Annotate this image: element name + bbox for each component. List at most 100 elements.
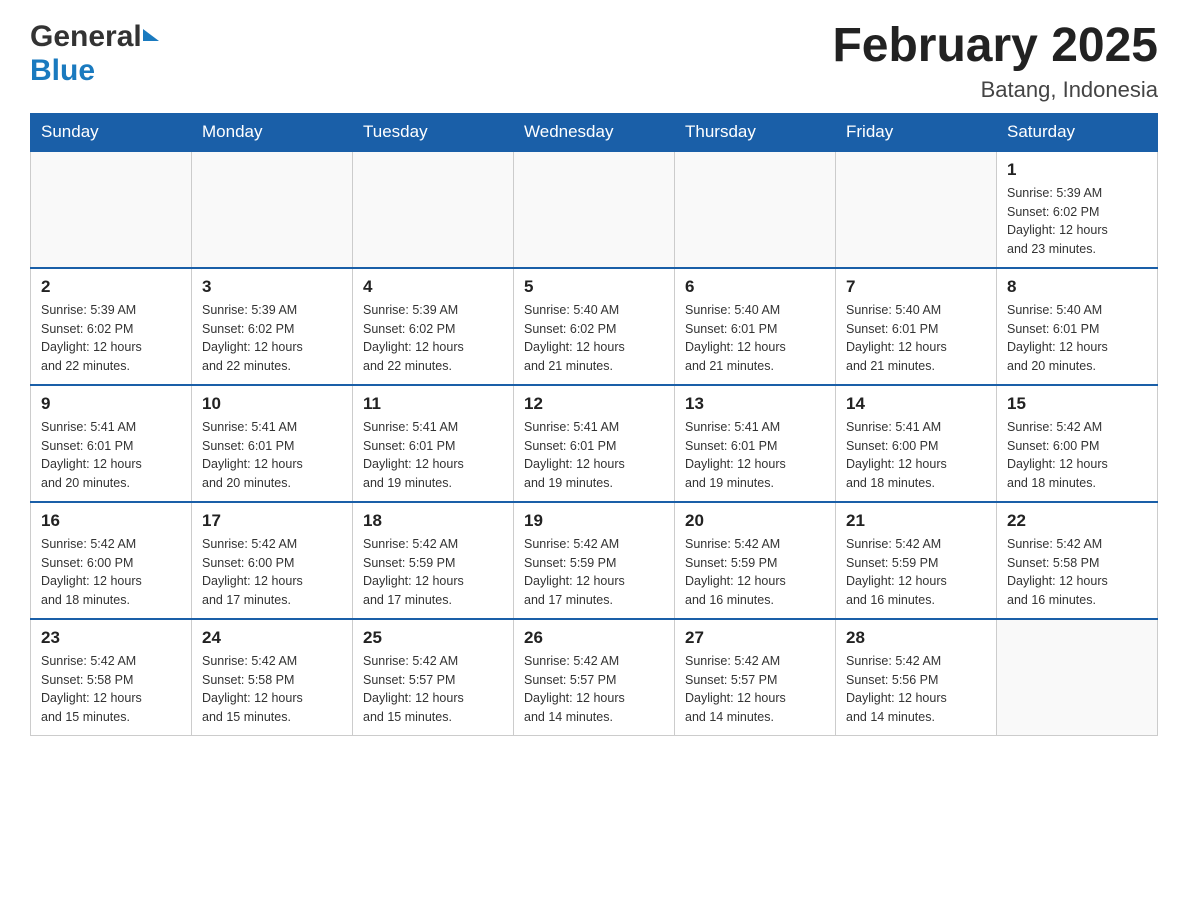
calendar-week-row: 1Sunrise: 5:39 AMSunset: 6:02 PMDaylight… — [31, 151, 1158, 268]
calendar-day-cell — [675, 151, 836, 268]
logo-general-text: General — [30, 20, 142, 54]
calendar-day-cell: 20 Sunrise: 5:42 AMSunset: 5:59 PMDayligh… — [675, 502, 836, 619]
title-section: February 2025 Batang, Indonesia — [832, 20, 1158, 103]
day-info: Sunrise: 5:42 AMSunset: 5:58 PMDaylight:… — [1007, 535, 1147, 610]
calendar-day-cell — [514, 151, 675, 268]
day-number: 6 — [685, 277, 825, 297]
page-header: General Blue February 2025 Batang, Indon… — [30, 20, 1158, 103]
calendar-day-cell: 7 Sunrise: 5:40 AMSunset: 6:01 PMDaylight… — [836, 268, 997, 385]
day-number: 27 — [685, 628, 825, 648]
day-number: 26 — [524, 628, 664, 648]
calendar-day-cell: 8 Sunrise: 5:40 AMSunset: 6:01 PMDaylight… — [997, 268, 1158, 385]
day-number: 20 — [685, 511, 825, 531]
weekday-header-wednesday: Wednesday — [514, 113, 675, 151]
day-info: Sunrise: 5:42 AMSunset: 6:00 PMDaylight:… — [202, 535, 342, 610]
calendar-day-cell: 22 Sunrise: 5:42 AMSunset: 5:58 PMDayligh… — [997, 502, 1158, 619]
day-number: 22 — [1007, 511, 1147, 531]
calendar-day-cell: 23Sunrise: 5:42 AMSunset: 5:58 PMDayligh… — [31, 619, 192, 736]
day-info: Sunrise: 5:41 AMSunset: 6:01 PMDaylight:… — [41, 418, 181, 493]
day-info: Sunrise: 5:41 AMSunset: 6:01 PMDaylight:… — [363, 418, 503, 493]
day-number: 15 — [1007, 394, 1147, 414]
day-info: Sunrise: 5:42 AMSunset: 6:00 PMDaylight:… — [41, 535, 181, 610]
calendar-day-cell: 16 Sunrise: 5:42 AMSunset: 6:00 PMDayligh… — [31, 502, 192, 619]
day-info: Sunrise: 5:42 AMSunset: 5:56 PMDaylight:… — [846, 652, 986, 727]
day-info: Sunrise: 5:42 AMSunset: 5:59 PMDaylight:… — [524, 535, 664, 610]
day-number: 2 — [41, 277, 181, 297]
logo: General Blue — [30, 20, 159, 88]
day-number: 21 — [846, 511, 986, 531]
calendar-day-cell — [836, 151, 997, 268]
day-info: Sunrise: 5:41 AMSunset: 6:01 PMDaylight:… — [202, 418, 342, 493]
calendar-day-cell: 15 Sunrise: 5:42 AMSunset: 6:00 PMDayligh… — [997, 385, 1158, 502]
day-number: 16 — [41, 511, 181, 531]
day-info: Sunrise: 5:42 AMSunset: 5:57 PMDaylight:… — [685, 652, 825, 727]
day-number: 24 — [202, 628, 342, 648]
day-number: 11 — [363, 394, 503, 414]
logo-arrow-icon — [143, 29, 159, 41]
calendar-day-cell: 21 Sunrise: 5:42 AMSunset: 5:59 PMDayligh… — [836, 502, 997, 619]
location: Batang, Indonesia — [832, 77, 1158, 103]
day-info: Sunrise: 5:40 AMSunset: 6:02 PMDaylight:… — [524, 301, 664, 376]
day-number: 12 — [524, 394, 664, 414]
day-number: 14 — [846, 394, 986, 414]
calendar-week-row: 16 Sunrise: 5:42 AMSunset: 6:00 PMDayligh… — [31, 502, 1158, 619]
day-number: 5 — [524, 277, 664, 297]
day-info: Sunrise: 5:40 AMSunset: 6:01 PMDaylight:… — [846, 301, 986, 376]
day-info: Sunrise: 5:41 AMSunset: 6:00 PMDaylight:… — [846, 418, 986, 493]
calendar-day-cell: 27 Sunrise: 5:42 AMSunset: 5:57 PMDayligh… — [675, 619, 836, 736]
weekday-header-sunday: Sunday — [31, 113, 192, 151]
day-info: Sunrise: 5:39 AMSunset: 6:02 PMDaylight:… — [1007, 184, 1147, 259]
weekday-header-saturday: Saturday — [997, 113, 1158, 151]
day-info: Sunrise: 5:39 AMSunset: 6:02 PMDaylight:… — [202, 301, 342, 376]
day-number: 4 — [363, 277, 503, 297]
weekday-header-row: SundayMondayTuesdayWednesdayThursdayFrid… — [31, 113, 1158, 151]
calendar-day-cell: 5 Sunrise: 5:40 AMSunset: 6:02 PMDaylight… — [514, 268, 675, 385]
day-number: 8 — [1007, 277, 1147, 297]
day-info: Sunrise: 5:42 AMSunset: 6:00 PMDaylight:… — [1007, 418, 1147, 493]
calendar-day-cell: 26 Sunrise: 5:42 AMSunset: 5:57 PMDayligh… — [514, 619, 675, 736]
calendar-day-cell — [353, 151, 514, 268]
weekday-header-friday: Friday — [836, 113, 997, 151]
calendar-day-cell: 3 Sunrise: 5:39 AMSunset: 6:02 PMDaylight… — [192, 268, 353, 385]
calendar-day-cell: 18 Sunrise: 5:42 AMSunset: 5:59 PMDayligh… — [353, 502, 514, 619]
calendar-day-cell: 14 Sunrise: 5:41 AMSunset: 6:00 PMDayligh… — [836, 385, 997, 502]
day-info: Sunrise: 5:42 AMSunset: 5:59 PMDaylight:… — [846, 535, 986, 610]
calendar-week-row: 9Sunrise: 5:41 AMSunset: 6:01 PMDaylight… — [31, 385, 1158, 502]
calendar-day-cell: 11 Sunrise: 5:41 AMSunset: 6:01 PMDayligh… — [353, 385, 514, 502]
calendar-day-cell: 12 Sunrise: 5:41 AMSunset: 6:01 PMDayligh… — [514, 385, 675, 502]
day-number: 17 — [202, 511, 342, 531]
logo-blue-text: Blue — [30, 54, 95, 87]
weekday-header-tuesday: Tuesday — [353, 113, 514, 151]
day-number: 3 — [202, 277, 342, 297]
calendar-day-cell: 1Sunrise: 5:39 AMSunset: 6:02 PMDaylight… — [997, 151, 1158, 268]
calendar-day-cell: 2Sunrise: 5:39 AMSunset: 6:02 PMDaylight… — [31, 268, 192, 385]
calendar-week-row: 2 Sunrise: 5:39 AMSunset: 6:02 PMDaylight… — [31, 268, 1158, 385]
day-info: Sunrise: 5:40 AMSunset: 6:01 PMDaylight:… — [685, 301, 825, 376]
calendar-table: SundayMondayTuesdayWednesdayThursdayFrid… — [30, 113, 1158, 736]
day-number: 25 — [363, 628, 503, 648]
day-number: 13 — [685, 394, 825, 414]
day-info: Sunrise: 5:42 AMSunset: 5:57 PMDaylight:… — [363, 652, 503, 727]
day-number: 7 — [846, 277, 986, 297]
weekday-header-monday: Monday — [192, 113, 353, 151]
calendar-day-cell: 25 Sunrise: 5:42 AMSunset: 5:57 PMDayligh… — [353, 619, 514, 736]
day-number: 18 — [363, 511, 503, 531]
calendar-body: 1Sunrise: 5:39 AMSunset: 6:02 PMDaylight… — [31, 151, 1158, 736]
calendar-header: SundayMondayTuesdayWednesdayThursdayFrid… — [31, 113, 1158, 151]
day-info: Sunrise: 5:39 AMSunset: 6:02 PMDaylight:… — [363, 301, 503, 376]
calendar-day-cell: 13Sunrise: 5:41 AMSunset: 6:01 PMDayligh… — [675, 385, 836, 502]
day-number: 10 — [202, 394, 342, 414]
calendar-day-cell — [31, 151, 192, 268]
day-info: Sunrise: 5:42 AMSunset: 5:59 PMDaylight:… — [363, 535, 503, 610]
day-info: Sunrise: 5:42 AMSunset: 5:58 PMDaylight:… — [202, 652, 342, 727]
day-info: Sunrise: 5:42 AMSunset: 5:59 PMDaylight:… — [685, 535, 825, 610]
day-info: Sunrise: 5:42 AMSunset: 5:57 PMDaylight:… — [524, 652, 664, 727]
day-info: Sunrise: 5:42 AMSunset: 5:58 PMDaylight:… — [41, 652, 181, 727]
calendar-day-cell: 6 Sunrise: 5:40 AMSunset: 6:01 PMDaylight… — [675, 268, 836, 385]
calendar-day-cell — [997, 619, 1158, 736]
calendar-day-cell: 17 Sunrise: 5:42 AMSunset: 6:00 PMDayligh… — [192, 502, 353, 619]
day-info: Sunrise: 5:41 AMSunset: 6:01 PMDaylight:… — [524, 418, 664, 493]
day-number: 19 — [524, 511, 664, 531]
calendar-day-cell: 10 Sunrise: 5:41 AMSunset: 6:01 PMDayligh… — [192, 385, 353, 502]
day-info: Sunrise: 5:40 AMSunset: 6:01 PMDaylight:… — [1007, 301, 1147, 376]
